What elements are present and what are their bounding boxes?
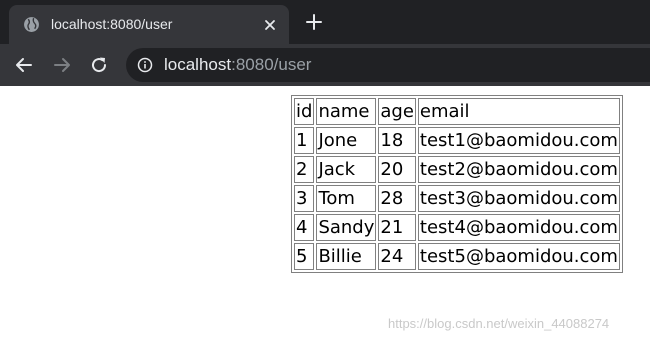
table-row: 3 Tom 28 test3@baomidou.com — [294, 185, 620, 212]
watermark: https://blog.csdn.net/weixin_44088274 — [388, 316, 610, 331]
column-header-email: email — [417, 98, 620, 125]
table-row: 4 Sandy 21 test4@baomidou.com — [294, 214, 620, 241]
arrow-right-icon[interactable] — [52, 55, 72, 75]
tab-title: localhost:8080/user — [51, 16, 173, 32]
cell-name: Billie — [316, 243, 377, 270]
cell-age: 28 — [378, 185, 416, 212]
address-bar[interactable]: localhost:8080/user — [126, 48, 650, 82]
cell-id: 2 — [294, 156, 315, 183]
cell-name: Sandy — [316, 214, 377, 241]
cell-email: test2@baomidou.com — [417, 156, 620, 183]
info-icon[interactable] — [137, 57, 153, 73]
column-header-id: id — [294, 98, 315, 125]
user-table: id name age email 1 Jone 18 test1@baomid… — [291, 95, 623, 273]
tab-strip: localhost:8080/user — [0, 0, 650, 44]
cell-name: Tom — [316, 185, 377, 212]
cell-age: 24 — [378, 243, 416, 270]
cell-id: 4 — [294, 214, 315, 241]
url-text[interactable]: localhost:8080/user — [164, 55, 311, 75]
cell-age: 21 — [378, 214, 416, 241]
cell-email: test4@baomidou.com — [417, 214, 620, 241]
url-path: :8080/user — [231, 55, 312, 74]
cell-email: test1@baomidou.com — [417, 127, 620, 154]
table-header-row: id name age email — [294, 98, 620, 125]
table-row: 1 Jone 18 test1@baomidou.com — [294, 127, 620, 154]
cell-id: 5 — [294, 243, 315, 270]
reload-icon[interactable] — [89, 55, 109, 75]
plus-icon[interactable] — [305, 13, 323, 31]
globe-icon — [24, 17, 39, 32]
column-header-age: age — [378, 98, 416, 125]
cell-id: 3 — [294, 185, 315, 212]
arrow-left-icon[interactable] — [14, 55, 34, 75]
cell-email: test5@baomidou.com — [417, 243, 620, 270]
browser-tab[interactable]: localhost:8080/user — [9, 5, 289, 44]
table-row: 2 Jack 20 test2@baomidou.com — [294, 156, 620, 183]
cell-name: Jone — [316, 127, 377, 154]
cell-age: 20 — [378, 156, 416, 183]
cell-email: test3@baomidou.com — [417, 185, 620, 212]
close-icon[interactable] — [262, 17, 278, 33]
table-row: 5 Billie 24 test5@baomidou.com — [294, 243, 620, 270]
cell-id: 1 — [294, 127, 315, 154]
cell-name: Jack — [316, 156, 377, 183]
url-host: localhost — [164, 55, 232, 74]
cell-age: 18 — [378, 127, 416, 154]
page-content: id name age email 1 Jone 18 test1@baomid… — [0, 86, 650, 340]
column-header-name: name — [316, 98, 377, 125]
browser-toolbar: localhost:8080/user — [0, 44, 650, 86]
